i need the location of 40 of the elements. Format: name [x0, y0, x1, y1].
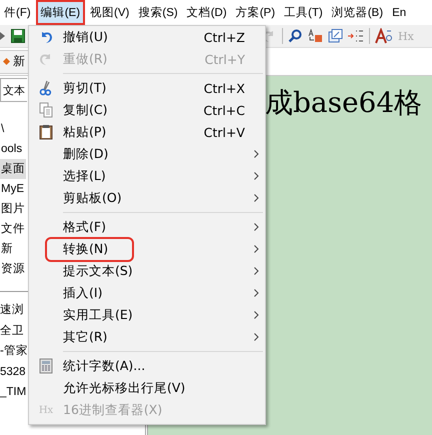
menu-item[interactable]: 允许光标移出行尾(V) [29, 377, 265, 399]
menu-item[interactable]: 浏览器(B) [328, 0, 388, 25]
menu-item[interactable]: 选择(L) [29, 165, 265, 187]
menu-item[interactable]: 提示文本(S) [29, 260, 265, 282]
menu-item[interactable]: 格式(F) [29, 216, 265, 238]
menu-item[interactable]: 统计字数(A)... [29, 355, 265, 377]
menu-item[interactable]: 粘贴(P) Ctrl+V [29, 121, 265, 143]
menu-item[interactable]: 件(F) [0, 0, 35, 25]
menu-item[interactable]: 插入(I) [29, 282, 265, 304]
folder-item[interactable]: 文件 [0, 219, 26, 239]
folder-item[interactable]: MyE [0, 179, 25, 199]
menu-item[interactable]: 撤销(U) Ctrl+Z [29, 26, 265, 48]
folder-item[interactable]: 桌面 [0, 159, 26, 179]
menu-item[interactable]: 实用工具(E) [29, 304, 265, 326]
menu-item[interactable]: 方案(P) [232, 0, 280, 25]
folder-item[interactable]: 新 [0, 239, 14, 259]
menu-item[interactable]: 视图(V) [86, 0, 134, 25]
document-tab[interactable]: 新 [0, 50, 30, 74]
menu-item[interactable]: 删除(D) [29, 143, 265, 165]
folder-item[interactable]: 资源 [0, 259, 26, 279]
filter-dropdown[interactable]: 文本 [0, 78, 27, 102]
file-item[interactable]: 全卫 [0, 320, 24, 341]
menu-item[interactable]: 转换(N) [29, 238, 265, 260]
file-item[interactable]: 速浏 [0, 300, 24, 320]
editor-text: 成base64格 [265, 85, 422, 121]
file-item[interactable]: 5328 [0, 362, 26, 382]
menu-item[interactable]: 其它(R) [29, 326, 265, 348]
menu-item[interactable]: 搜索(S) [134, 0, 182, 25]
folder-item[interactable]: ools [0, 139, 24, 159]
menu-item[interactable]: 剪贴板(O) [29, 187, 265, 209]
folder-item[interactable]: \ [0, 119, 6, 139]
menu-item[interactable]: 复制(C) Ctrl+C [29, 99, 265, 121]
folder-item[interactable]: 图片 [0, 199, 26, 219]
menu-item[interactable]: 文档(D) [182, 0, 231, 25]
menu-item[interactable]: 工具(T) [280, 0, 327, 25]
menu-item[interactable]: 剪切(T) Ctrl+X [29, 77, 265, 99]
file-item[interactable]: -管家 [0, 341, 28, 362]
file-item[interactable]: _TIM [0, 382, 26, 402]
menu-item[interactable]: 编辑(E) [36, 0, 86, 25]
menu-item[interactable]: En [388, 0, 410, 25]
